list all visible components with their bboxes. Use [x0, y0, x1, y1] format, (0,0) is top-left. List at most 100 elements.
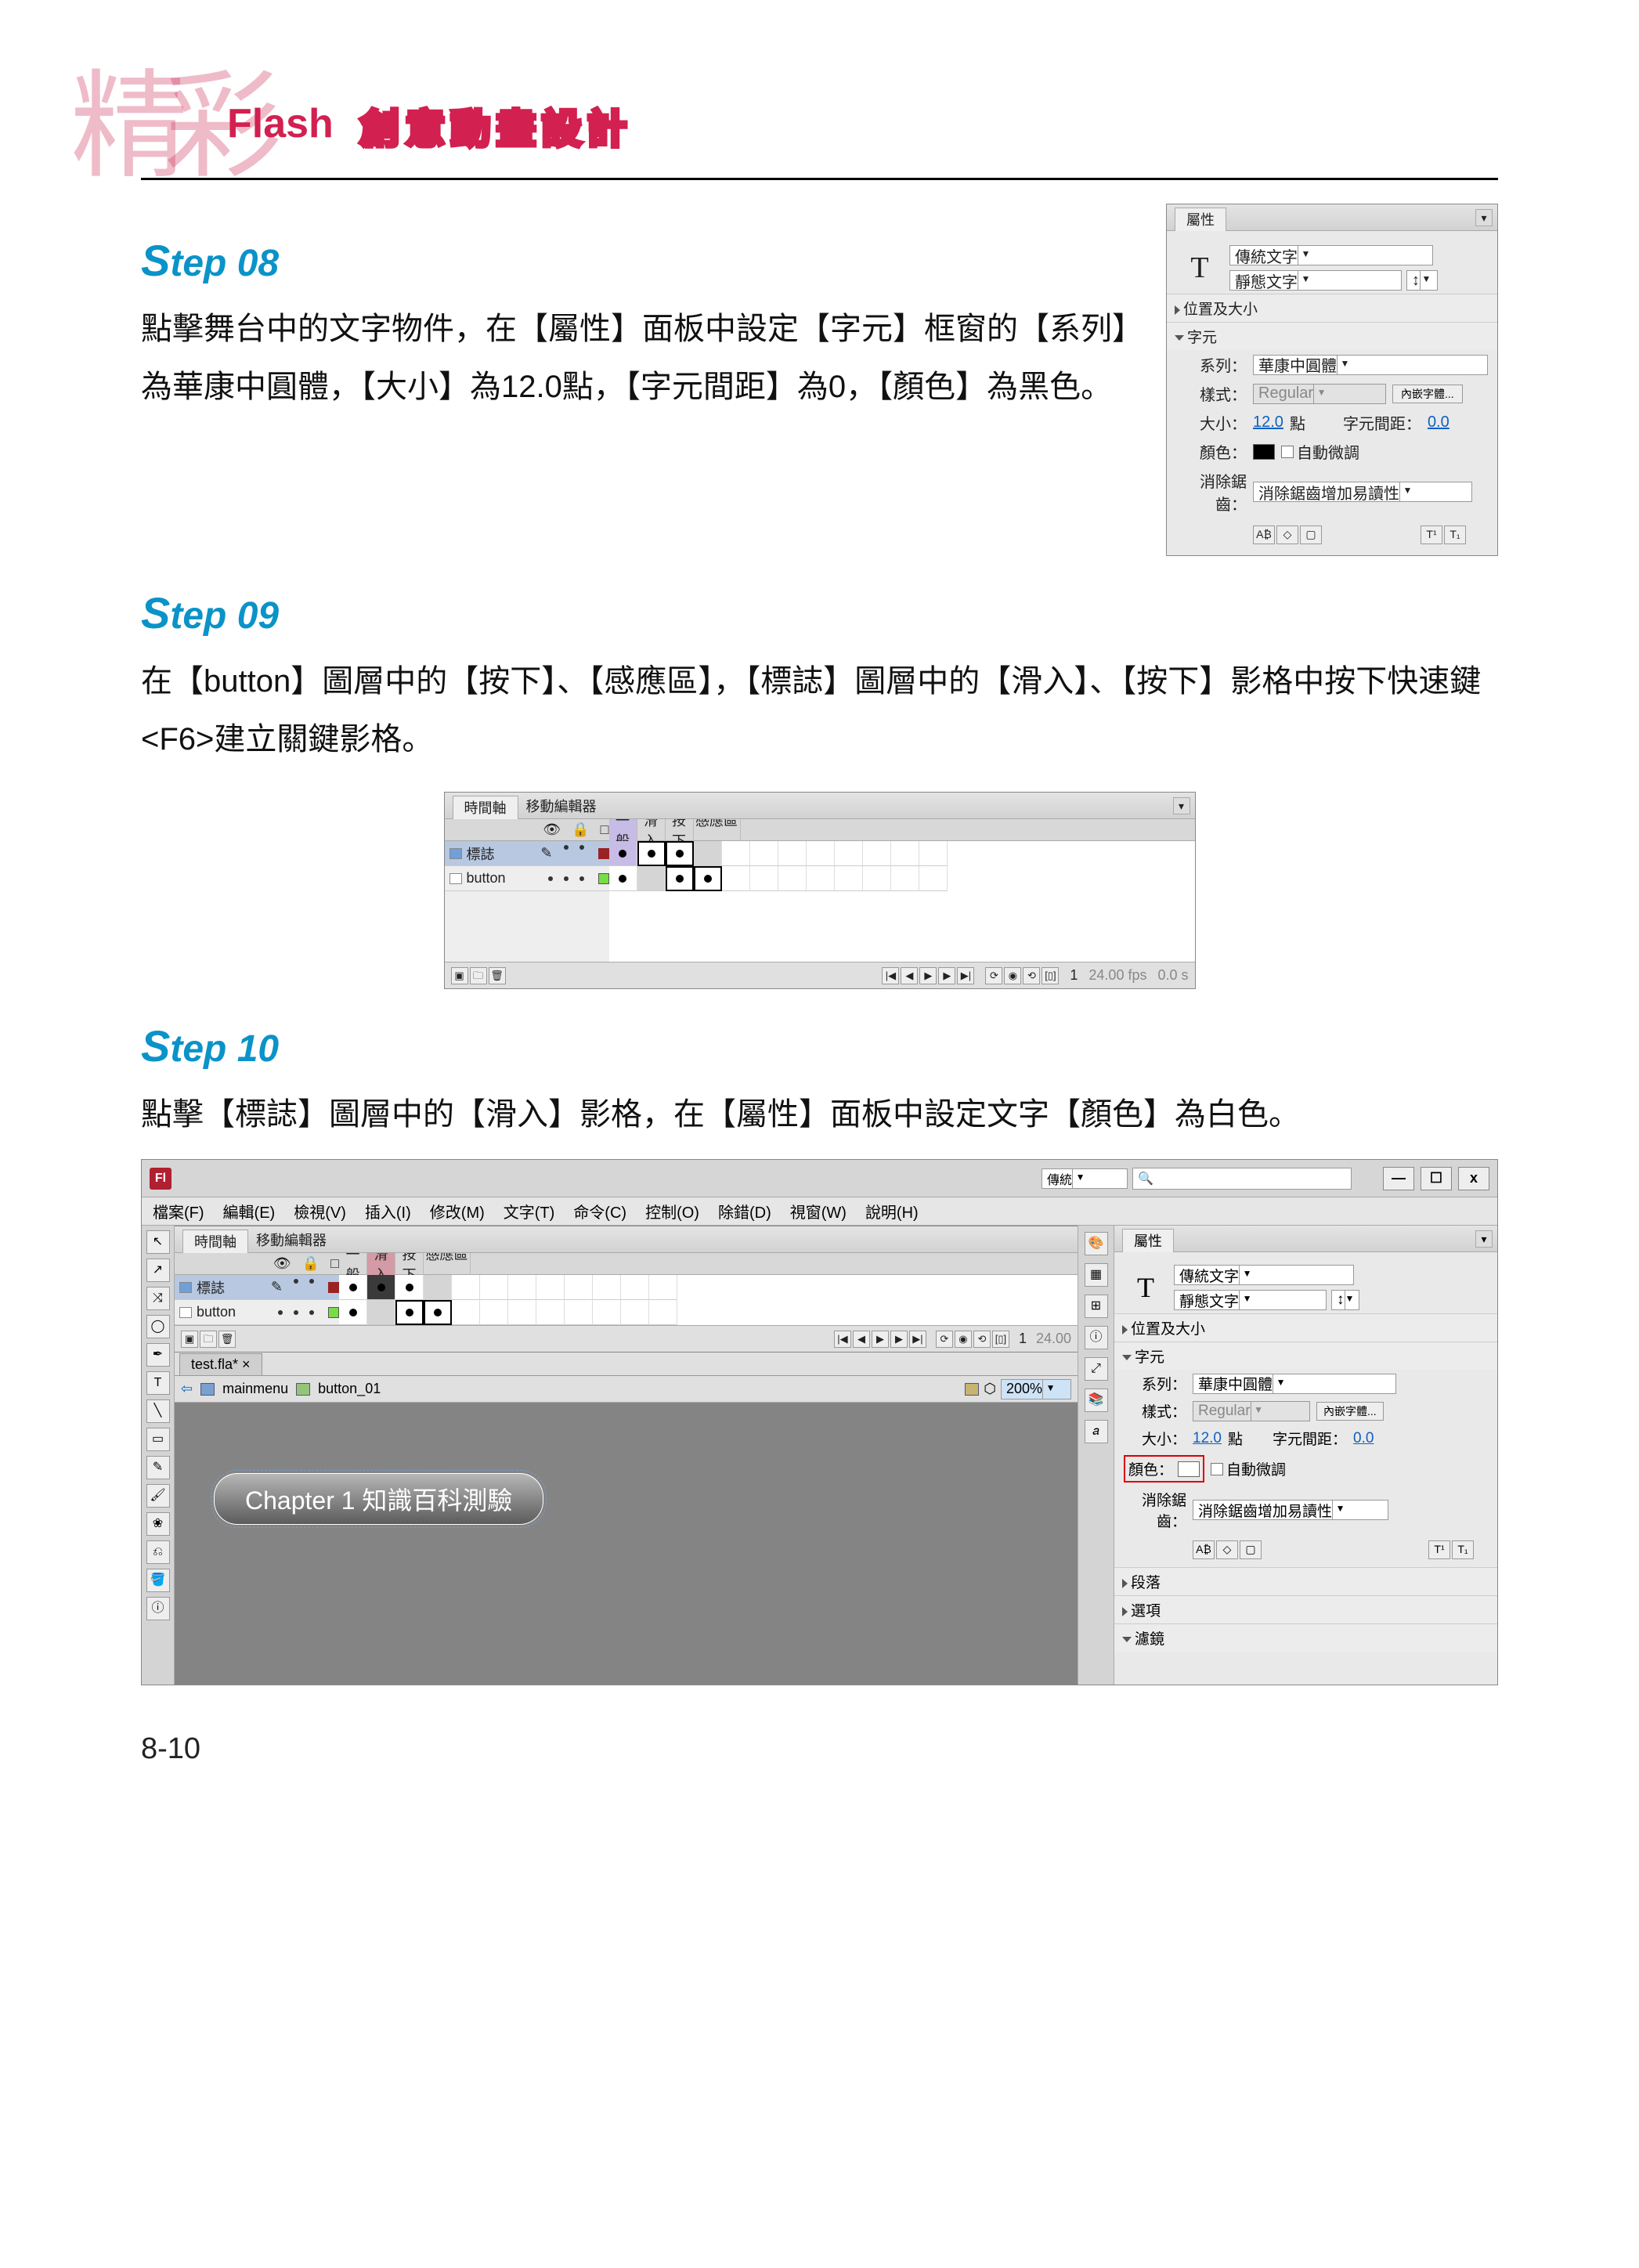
menu-item[interactable]: 除錯(D): [718, 1200, 771, 1222]
layer-row[interactable]: button: [175, 1300, 339, 1325]
breadcrumb[interactable]: mainmenu: [222, 1381, 288, 1397]
auto-kern-checkbox[interactable]: [1281, 446, 1294, 458]
workspace-combo[interactable]: 傳統▼: [1042, 1168, 1128, 1189]
menu-item[interactable]: 說明(H): [865, 1200, 919, 1222]
properties-tab[interactable]: 屬性: [1175, 208, 1226, 231]
text-engine-combo[interactable]: 傳統文字▼: [1229, 245, 1433, 265]
subscript-icon[interactable]: T₁: [1452, 1540, 1474, 1559]
line-tool-icon[interactable]: ╲: [146, 1399, 170, 1423]
html-render-icon[interactable]: ◇: [1276, 525, 1298, 544]
deco-tool-icon[interactable]: ❀: [146, 1512, 170, 1536]
to-end-icon[interactable]: ▶|: [957, 967, 974, 984]
bucket-tool-icon[interactable]: 🪣: [146, 1569, 170, 1592]
lasso-tool-icon[interactable]: ◯: [146, 1315, 170, 1338]
color-panel-icon[interactable]: 🎨: [1085, 1232, 1108, 1255]
onion-icon[interactable]: ⟳: [985, 967, 1002, 984]
frames-grid[interactable]: [339, 1275, 1078, 1325]
brush-tool-icon[interactable]: 🖌: [146, 1484, 170, 1508]
text-engine-combo[interactable]: 傳統文字▼: [1174, 1265, 1354, 1285]
layer-row[interactable]: 標誌✎: [445, 841, 609, 866]
selectable-toggle-icon[interactable]: A₿: [1253, 525, 1275, 544]
step-fwd-icon[interactable]: ▶: [938, 967, 955, 984]
panel-menu-icon[interactable]: ▾: [1173, 797, 1190, 814]
antialias-combo[interactable]: 消除鋸齒增加易讀性▼: [1253, 482, 1472, 502]
section-position[interactable]: 位置及大小: [1183, 302, 1258, 318]
outline-icon[interactable]: □: [601, 822, 609, 838]
actions-panel-icon[interactable]: 𝑎: [1085, 1420, 1108, 1443]
play-icon[interactable]: ▶: [919, 967, 937, 984]
antialias-combo[interactable]: 消除鋸齒增加易讀性▼: [1193, 1500, 1388, 1520]
border-toggle-icon[interactable]: ▢: [1240, 1540, 1262, 1559]
transform-panel-icon[interactable]: ⤢: [1085, 1357, 1108, 1381]
font-color-swatch[interactable]: [1253, 444, 1275, 460]
font-size-value[interactable]: 12.0: [1193, 1430, 1222, 1447]
superscript-icon[interactable]: T¹: [1421, 525, 1442, 544]
lock-icon[interactable]: 🔒: [302, 1255, 319, 1272]
window-minimize-button[interactable]: —: [1383, 1167, 1414, 1190]
eye-icon[interactable]: 👁: [273, 1255, 291, 1272]
swatches-panel-icon[interactable]: ▦: [1085, 1263, 1108, 1287]
font-size-value[interactable]: 12.0: [1253, 414, 1283, 432]
timeline-tab[interactable]: 時間軸: [453, 796, 518, 819]
section-paragraph[interactable]: 段落: [1131, 1575, 1161, 1591]
tracking-value[interactable]: 0.0: [1353, 1430, 1374, 1447]
menu-item[interactable]: 插入(I): [365, 1200, 411, 1222]
symbol-selector-icon[interactable]: ⬡: [984, 1381, 996, 1397]
symbol-icon[interactable]: [296, 1383, 310, 1396]
pencil-tool-icon[interactable]: ✎: [146, 1456, 170, 1479]
scene-selector-icon[interactable]: [965, 1383, 979, 1396]
selection-tool-icon[interactable]: ↖: [146, 1230, 170, 1254]
menu-item[interactable]: 命令(C): [573, 1200, 626, 1222]
zoom-combo[interactable]: 200%▼: [1001, 1379, 1071, 1399]
align-panel-icon[interactable]: ⊞: [1085, 1295, 1108, 1318]
delete-layer-icon[interactable]: 🗑: [489, 967, 506, 984]
auto-kern-checkbox[interactable]: [1211, 1463, 1223, 1475]
new-layer-icon[interactable]: ▣: [181, 1331, 198, 1348]
tracking-value[interactable]: 0.0: [1428, 414, 1449, 432]
library-panel-icon[interactable]: 📚: [1085, 1389, 1108, 1412]
frames-grid[interactable]: [609, 841, 1195, 962]
menu-item[interactable]: 檢視(V): [294, 1200, 346, 1222]
font-family-combo[interactable]: 華康中圓體▼: [1193, 1374, 1396, 1394]
help-search-input[interactable]: 🔍: [1132, 1168, 1352, 1190]
font-color-swatch[interactable]: [1178, 1461, 1200, 1477]
embed-fonts-button[interactable]: 內嵌字體...: [1316, 1402, 1384, 1421]
panel-menu-icon[interactable]: ▾: [1475, 209, 1493, 226]
rect-tool-icon[interactable]: ▭: [146, 1428, 170, 1451]
text-tool-icon[interactable]: T: [146, 1371, 170, 1395]
info-panel-icon[interactable]: ⓘ: [1085, 1326, 1108, 1349]
eye-icon[interactable]: 👁: [543, 822, 561, 838]
text-type-combo[interactable]: 靜態文字▼: [1174, 1290, 1327, 1310]
section-filters[interactable]: 濾鏡: [1135, 1631, 1164, 1648]
marker-icon[interactable]: [▯]: [1042, 967, 1059, 984]
outline-icon[interactable]: □: [330, 1255, 339, 1272]
menu-item[interactable]: 編輯(E): [223, 1200, 276, 1222]
bone-tool-icon[interactable]: ⎌: [146, 1540, 170, 1564]
edit-multi-icon[interactable]: ⟲: [1023, 967, 1040, 984]
scene-icon[interactable]: [200, 1383, 215, 1396]
menu-item[interactable]: 文字(T): [504, 1200, 555, 1222]
html-render-icon[interactable]: ◇: [1216, 1540, 1238, 1559]
new-folder-icon[interactable]: 🗀: [470, 967, 487, 984]
section-position[interactable]: 位置及大小: [1131, 1321, 1205, 1338]
window-maximize-button[interactable]: ☐: [1421, 1167, 1452, 1190]
text-type-combo[interactable]: 靜態文字▼: [1229, 270, 1402, 291]
breadcrumb[interactable]: button_01: [318, 1381, 381, 1397]
section-character[interactable]: 字元: [1135, 1349, 1164, 1366]
rewind-icon[interactable]: |◀: [882, 967, 899, 984]
eyedropper-tool-icon[interactable]: ⓘ: [146, 1597, 170, 1620]
free-transform-tool-icon[interactable]: ⤨: [146, 1287, 170, 1310]
document-tab[interactable]: test.fla* ×: [179, 1353, 262, 1375]
section-options[interactable]: 選項: [1131, 1603, 1161, 1620]
window-close-button[interactable]: x: [1458, 1167, 1489, 1190]
step-back-icon[interactable]: ◀: [901, 967, 918, 984]
properties-tab[interactable]: 屬性: [1122, 1229, 1174, 1252]
text-orient-combo[interactable]: ↕▼: [1331, 1290, 1359, 1310]
layer-row[interactable]: button: [445, 866, 609, 891]
selectable-toggle-icon[interactable]: A₿: [1193, 1540, 1215, 1559]
stage-button[interactable]: Chapter 1 知識百科測驗: [214, 1473, 543, 1525]
layer-row[interactable]: 標誌✎: [175, 1275, 339, 1300]
stage[interactable]: Chapter 1 知識百科測驗: [175, 1403, 1078, 1685]
font-family-combo[interactable]: 華康中圓體▼: [1253, 355, 1488, 375]
section-character[interactable]: 字元: [1187, 330, 1217, 346]
